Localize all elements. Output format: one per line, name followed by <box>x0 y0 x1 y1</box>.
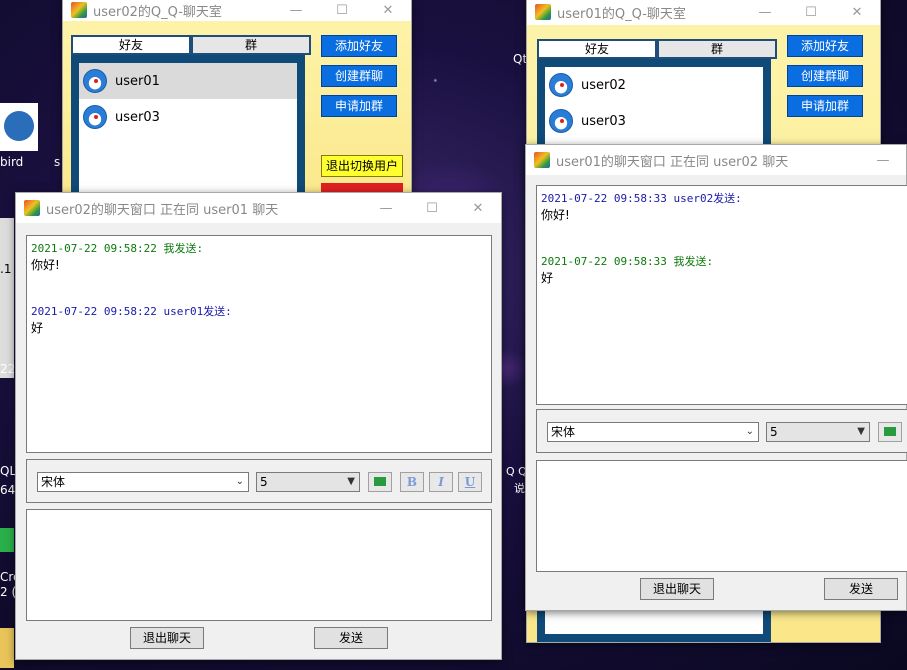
title-bar: user02的聊天窗口 正在同 user01 聊天 — ☐ ✕ <box>16 193 501 223</box>
font-value: 宋体 <box>551 425 576 439</box>
size-select[interactable]: 5 ▼ <box>766 422 870 442</box>
size-value: 5 <box>770 425 778 439</box>
desktop-label: Q Q <box>506 465 527 478</box>
chevron-down-icon: ⌄ <box>235 476 244 487</box>
friend-name: user03 <box>581 113 626 129</box>
close-icon[interactable]: ✕ <box>834 5 880 20</box>
desktop-label: 64 <box>0 483 16 497</box>
window-title: user02的聊天窗口 正在同 user01 聊天 <box>46 202 279 218</box>
message-text: 你好! <box>541 208 570 222</box>
app-icon <box>534 152 550 168</box>
title-bar: user01的Q_Q-聊天室 — ☐ ✕ <box>527 0 880 25</box>
bird-app-icon[interactable] <box>0 103 38 151</box>
list-item[interactable]: user03 <box>79 99 297 135</box>
maximize-icon[interactable]: ☐ <box>319 3 365 18</box>
send-button[interactable]: 发送 <box>824 578 898 600</box>
chevron-down-icon: ⌄ <box>745 426 754 437</box>
message-text: 好 <box>541 271 554 285</box>
window-title: user01的聊天窗口 正在同 user02 聊天 <box>556 154 789 170</box>
doraemon-avatar-icon <box>83 105 107 129</box>
title-bar: user01的聊天窗口 正在同 user02 聊天 — <box>526 145 906 175</box>
doraemon-avatar-icon <box>83 69 107 93</box>
tabs: 好友 群 <box>71 35 311 55</box>
list-item[interactable]: user01 <box>79 63 297 99</box>
minimize-icon[interactable]: — <box>860 153 906 168</box>
send-button[interactable]: 发送 <box>314 627 388 649</box>
create-group-button[interactable]: 创建群聊 <box>321 65 397 87</box>
friend-name: user03 <box>115 109 160 125</box>
title-bar: user02的Q_Q-聊天室 — ☐ ✕ <box>63 0 411 21</box>
app-icon <box>24 200 40 216</box>
bold-button[interactable]: B <box>400 472 424 492</box>
message-history[interactable]: 2021-07-22 09:58:22 我发送: 你好! 2021-07-22 … <box>26 235 492 453</box>
friend-name: user02 <box>581 77 626 93</box>
tab-friends[interactable]: 好友 <box>71 35 191 55</box>
window-title: user01的Q_Q-聊天室 <box>557 6 686 22</box>
minimize-icon[interactable]: — <box>742 5 788 20</box>
message-input[interactable] <box>26 509 492 621</box>
italic-button[interactable]: I <box>429 472 453 492</box>
message-header: 2021-07-22 09:58:33 我发送: <box>541 255 714 268</box>
tab-groups[interactable]: 群 <box>657 39 777 59</box>
message-history[interactable]: 2021-07-22 09:58:33 user02发送: 你好! 2021-0… <box>536 185 907 405</box>
friend-name: user01 <box>115 73 160 89</box>
tabs: 好友 群 <box>537 39 777 59</box>
message-text: 好 <box>31 321 44 335</box>
caret-down-icon: ▼ <box>857 426 865 437</box>
join-group-button[interactable]: 申请加群 <box>321 95 397 117</box>
font-select[interactable]: 宋体 ⌄ <box>37 472 249 492</box>
desktop-label: bird <box>0 155 24 169</box>
join-group-button[interactable]: 申请加群 <box>787 95 863 117</box>
font-value: 宋体 <box>41 475 66 489</box>
folder-icon[interactable] <box>0 628 14 668</box>
folder-icon[interactable] <box>878 422 902 442</box>
app-icon <box>71 2 87 18</box>
desktop-label: .1 <box>0 262 12 276</box>
close-icon[interactable]: ✕ <box>455 201 501 216</box>
folder-icon[interactable] <box>368 472 392 492</box>
maximize-icon[interactable]: ☐ <box>409 201 455 216</box>
desktop-label: 2 ( <box>0 585 17 599</box>
message-text: 你好! <box>31 258 60 272</box>
desktop-label: s <box>54 155 61 169</box>
doraemon-avatar-icon <box>549 109 573 133</box>
create-group-button[interactable]: 创建群聊 <box>787 65 863 87</box>
app-icon <box>535 4 551 20</box>
size-value: 5 <box>260 475 268 489</box>
tab-groups[interactable]: 群 <box>191 35 311 55</box>
list-item[interactable]: user03 <box>545 103 763 139</box>
switch-user-button[interactable]: 退出切换用户 <box>321 155 403 177</box>
format-toolbar: 宋体 ⌄ 5 ▼ <box>536 409 907 453</box>
message-header: 2021-07-22 09:58:22 我发送: <box>31 242 204 255</box>
font-select[interactable]: 宋体 ⌄ <box>547 422 759 442</box>
close-icon[interactable]: ✕ <box>365 3 411 18</box>
qq-main-window-user02: user02的Q_Q-聊天室 — ☐ ✕ 好友 群 user01 user03 … <box>62 0 412 218</box>
chat-window-user01: user01的聊天窗口 正在同 user02 聊天 — 2021-07-22 0… <box>525 144 907 611</box>
minimize-icon[interactable]: — <box>363 201 409 216</box>
list-item[interactable]: user02 <box>545 67 763 103</box>
caret-down-icon: ▼ <box>347 476 355 487</box>
message-header: 2021-07-22 09:58:22 user01发送: <box>31 305 232 318</box>
add-friend-button[interactable]: 添加好友 <box>787 35 863 57</box>
underline-button[interactable]: U <box>458 472 482 492</box>
message-header: 2021-07-22 09:58:33 user02发送: <box>541 192 742 205</box>
tab-friends[interactable]: 好友 <box>537 39 657 59</box>
add-friend-button[interactable]: 添加好友 <box>321 35 397 57</box>
desktop-label: 22 <box>0 362 16 376</box>
format-toolbar: 宋体 ⌄ 5 ▼ B I U <box>26 459 492 503</box>
minimize-icon[interactable]: — <box>273 3 319 18</box>
message-input[interactable] <box>536 460 907 572</box>
qt-creator-icon[interactable] <box>0 528 14 552</box>
size-select[interactable]: 5 ▼ <box>256 472 360 492</box>
exit-chat-button[interactable]: 退出聊天 <box>130 627 204 649</box>
qq-body: 好友 群 user01 user03 添加好友 创建群聊 申请加群 退出切换用户 <box>63 21 411 217</box>
maximize-icon[interactable]: ☐ <box>788 5 834 20</box>
desktop-label: 说 <box>514 482 525 495</box>
exit-chat-button[interactable]: 退出聊天 <box>640 578 714 600</box>
doraemon-avatar-icon <box>549 73 573 97</box>
window-title: user02的Q_Q-聊天室 <box>93 4 222 20</box>
chat-window-user02: user02的聊天窗口 正在同 user01 聊天 — ☐ ✕ 2021-07-… <box>15 192 502 660</box>
desktop-icon-fragment <box>0 218 14 378</box>
